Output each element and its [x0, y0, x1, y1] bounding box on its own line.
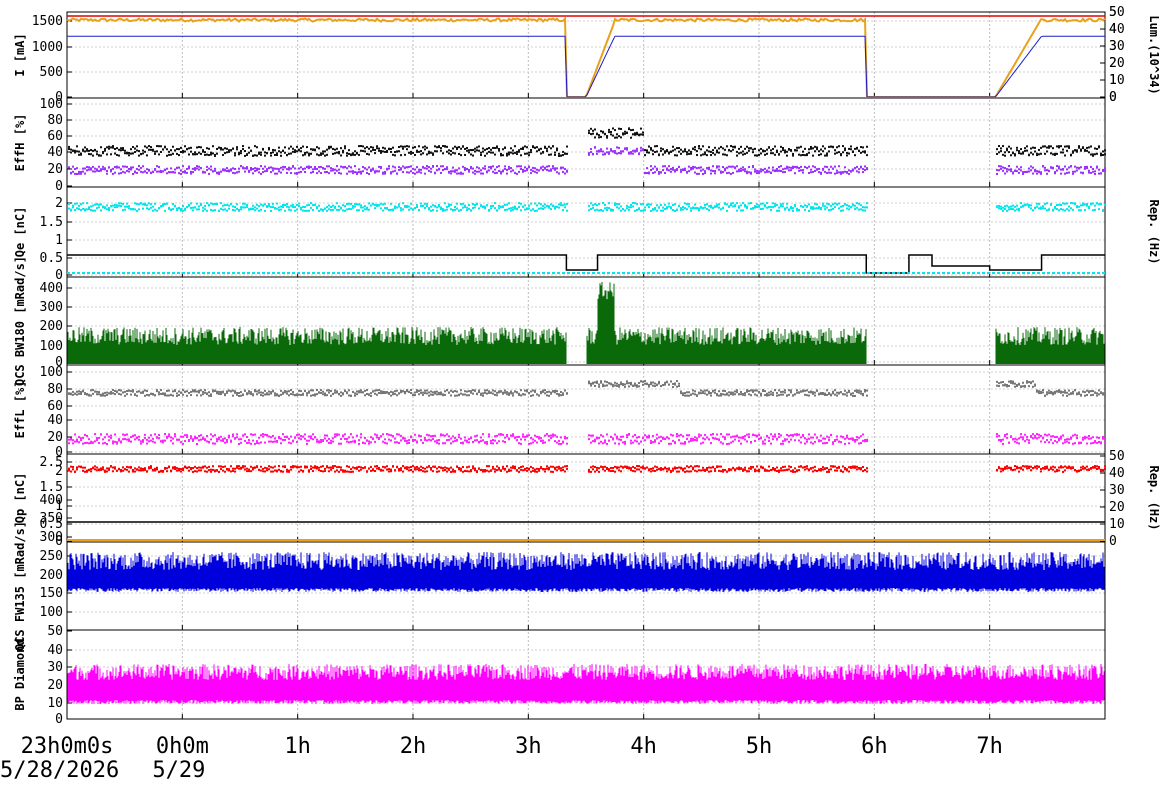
panel-effh: 0 20 406080100 EffH [%] [13, 97, 1105, 194]
time-tick-label: 5h [746, 734, 773, 759]
right-tick-label: 50 [1109, 449, 1125, 464]
y-axis-label: Qe [nC] [13, 207, 27, 258]
y-tick-label: 200 [40, 568, 63, 583]
y-tick-label: 100 [40, 339, 63, 354]
time-tick-label: 7h [976, 734, 1003, 759]
y-axis-label: EffL [%] [13, 381, 27, 439]
y-axis-label: QCS FW135 [mRad/s] [13, 521, 27, 651]
y-tick-label: 40 [47, 145, 63, 160]
y-tick-label: 300 [40, 300, 63, 315]
right-tick-label: 50 [1109, 5, 1125, 20]
right-tick-label: 0 [1109, 90, 1117, 105]
series-qcs-bw180 [68, 282, 1104, 364]
y-tick-label: 200 [40, 319, 63, 334]
y-tick-label: 100 [40, 97, 63, 112]
right-tick-label: 40 [1109, 466, 1125, 481]
y-axis-label: EffH [%] [13, 114, 27, 172]
y-tick-label: 100 [40, 605, 63, 620]
y-tick-label: 10 [47, 696, 63, 711]
panel-frame [67, 187, 1105, 277]
y-tick-label: 1500 [32, 14, 63, 29]
y-tick-label: 40 [47, 413, 63, 428]
y-axis-label: QCS BW180 [mRad/s] [13, 256, 27, 386]
right-tick-label: 20 [1109, 500, 1125, 515]
y-axis-label: I [mA] [13, 33, 27, 76]
time-axis: 23h0m0s 0h0m 1h 2h 3h 4h 5h 6h 7h 5/28/2026 5/29 [0, 734, 1003, 782]
time-tick-label: 3h [515, 734, 542, 759]
series-rep-rate-qe [67, 255, 1105, 273]
y-tick-label: 60 [47, 129, 63, 144]
time-tick-label: 4h [630, 734, 657, 759]
panel-frame [67, 98, 1105, 187]
y-tick-label: 40 [47, 643, 63, 658]
time-tick-label: 23h0m0s [21, 734, 114, 759]
y-tick-label: 20 [47, 162, 63, 177]
y-tick-label: 1 [55, 233, 63, 248]
right-tick-label: 30 [1109, 483, 1125, 498]
series-her-current [67, 19, 1105, 98]
series-bp-diamond [68, 664, 1104, 704]
panel-effl: 020406080100EffL [%] [13, 365, 1105, 460]
date-label: 5/29 [152, 758, 205, 782]
y-tick-label: 1000 [32, 40, 63, 55]
y-tick-label: 50 [47, 624, 63, 639]
y-tick-label: 150 [40, 586, 63, 601]
y-tick-label: 20 [47, 430, 63, 445]
right-tick-label: 40 [1109, 22, 1125, 37]
series-ler-current [67, 36, 1105, 97]
chart-svg: 050010001500I [mA]012345Lum.(10^34)02040… [0, 0, 1172, 782]
right-tick-label: 30 [1109, 39, 1125, 54]
time-tick-label: 1h [284, 734, 311, 759]
y-tick-label: 80 [47, 382, 63, 397]
y-tick-label: 80 [47, 113, 63, 128]
y-tick-label: 400 [40, 493, 63, 508]
right-tick-label: 20 [1109, 56, 1125, 71]
right-tick-label: 10 [1109, 517, 1125, 532]
time-tick-label: 0h0m [156, 734, 209, 759]
series-effl-magenta [68, 433, 1106, 445]
y-tick-label: 2.5 [40, 455, 63, 470]
y-tick-label: 500 [40, 65, 63, 80]
series-effh-black [68, 127, 1106, 157]
y-tick-label: 300 [40, 530, 63, 545]
time-tick-label: 2h [400, 734, 427, 759]
y-axis-label: BP Diamond [13, 638, 27, 710]
y-tick-label: 1.5 [40, 215, 63, 230]
panel-qp: 00.511.522.5Qp [nC]01020304050Rep. (Hz) [13, 449, 1161, 549]
y-tick-label: 0 [55, 712, 63, 727]
y-tick-label: 60 [47, 399, 63, 414]
y-tick-label: 100 [40, 365, 63, 380]
right-tick-label: 10 [1109, 73, 1125, 88]
right-tick-label: 0 [1109, 534, 1117, 549]
y-axis-label: Qp [nC] [13, 473, 27, 524]
date-label: 5/28/2026 [0, 758, 119, 782]
y-tick-label: 250 [40, 549, 63, 564]
series-qcs-fw135 [68, 552, 1104, 592]
y-tick-label: 400 [40, 281, 63, 296]
series-qe-cyan [68, 202, 1106, 212]
y-tick-label: 0.5 [40, 251, 63, 266]
panel-frame [67, 12, 1105, 98]
y-tick-label: 20 [47, 678, 63, 693]
y-tick-label: 0 [55, 179, 63, 194]
series-qp-red [68, 465, 1106, 473]
y-tick-label: 2 [55, 196, 63, 211]
beam-monitor-chart: 050010001500I [mA]012345Lum.(10^34)02040… [0, 0, 1172, 782]
right-axis-label: Rep. (Hz) [1147, 199, 1161, 264]
time-tick-label: 6h [861, 734, 888, 759]
y-tick-label: 350 [40, 511, 63, 526]
y-tick-label: 30 [47, 660, 63, 675]
panel-current: 050010001500I [mA]012345Lum.(10^34) [13, 5, 1161, 105]
right-axis-label: Rep. (Hz) [1147, 465, 1161, 530]
right-axis-label: Lum.(10^34) [1147, 15, 1161, 94]
